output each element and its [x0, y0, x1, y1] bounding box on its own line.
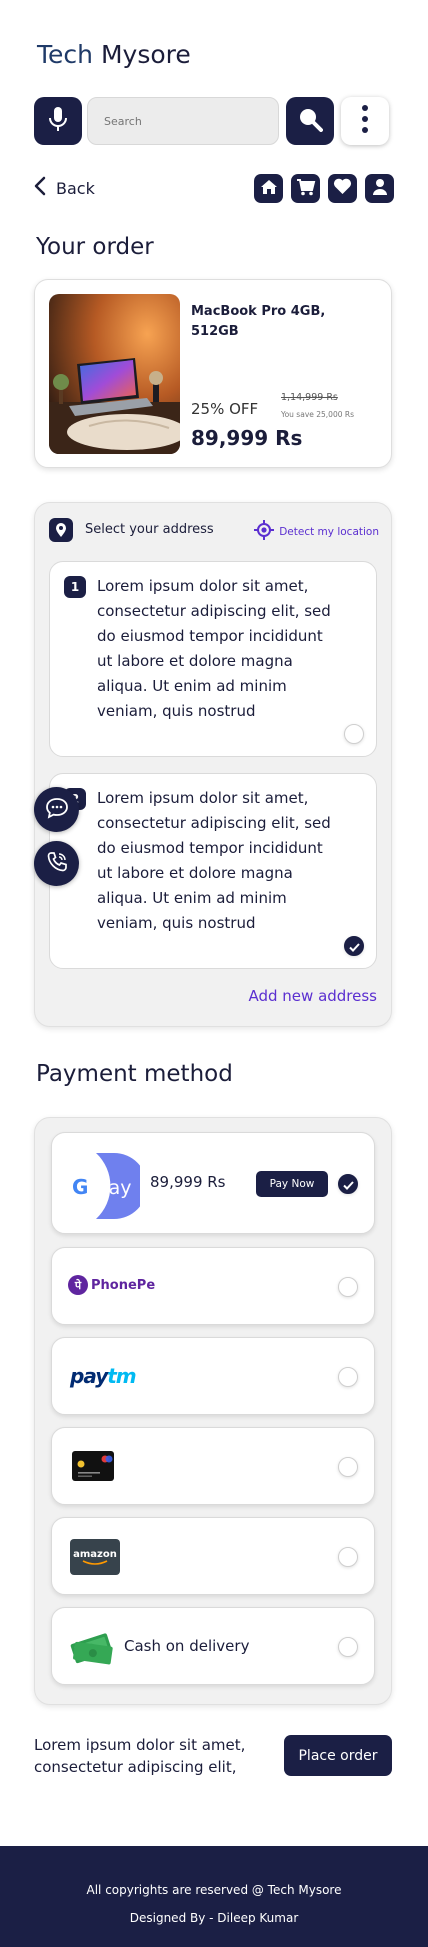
cart-icon [296, 178, 316, 200]
payment-option-card[interactable] [51, 1427, 375, 1505]
voice-search-button[interactable] [34, 97, 82, 145]
profile-button[interactable] [365, 174, 394, 203]
product-image [49, 294, 180, 454]
address-text: Lorem ipsum dolor sit amet, consectetur … [97, 577, 331, 720]
cash-icon [70, 1628, 114, 1670]
brand-part-1: Tech [37, 40, 93, 69]
wishlist-button[interactable] [328, 174, 357, 203]
address-panel: Select your address Detect my location 1… [34, 502, 392, 1027]
payment-option-gpay[interactable]: G Pay 89,999 Rs Pay Now [51, 1132, 375, 1234]
paytm-pay: pay [70, 1364, 108, 1388]
phonepe-logo-icon: पे PhonePe [68, 1275, 155, 1295]
phone-icon [46, 851, 68, 877]
cart-button[interactable] [291, 174, 320, 203]
location-pin-icon [49, 518, 73, 542]
more-vertical-icon [361, 104, 369, 138]
cod-radio[interactable] [338, 1637, 358, 1657]
payment-option-cod[interactable]: Cash on delivery [51, 1607, 375, 1685]
order-card: MacBook Pro 4GB, 512GB 25% OFF 1,14,999 … [34, 279, 392, 468]
phonepe-radio[interactable] [338, 1277, 358, 1297]
heart-icon [333, 178, 352, 199]
gpay-amount: 89,999 Rs [150, 1173, 226, 1191]
home-icon [260, 179, 278, 199]
back-label: Back [56, 178, 95, 198]
check-icon [342, 1175, 354, 1194]
amazon-radio[interactable] [338, 1547, 358, 1567]
chevron-left-icon [34, 176, 46, 200]
cod-label: Cash on delivery [124, 1637, 250, 1655]
more-options-button[interactable] [341, 97, 389, 145]
crosshair-icon [254, 520, 275, 543]
address-title: Select your address [85, 522, 214, 537]
payment-option-paytm[interactable]: paytm [51, 1337, 375, 1415]
savings-text: You save 25,000 Rs [281, 410, 354, 419]
payment-title: Payment method [36, 1061, 233, 1087]
pay-now-button[interactable]: Pay Now [256, 1171, 328, 1197]
phonepe-label: PhonePe [91, 1277, 156, 1293]
paytm-logo-icon: paytm [70, 1364, 137, 1388]
payment-option-amazon[interactable]: amazon [51, 1517, 375, 1595]
gpay-g-letter: G [72, 1175, 88, 1199]
amazon-label: amazon [73, 1548, 117, 1560]
address-option-1[interactable]: 1 Lorem ipsum dolor sit amet, consectetu… [49, 561, 377, 757]
nav-row: Back [34, 172, 394, 204]
brand-part-2: Mysore [100, 40, 191, 69]
chat-button[interactable] [34, 787, 79, 832]
paytm-radio[interactable] [338, 1367, 358, 1387]
address-option-2[interactable]: 2 Lorem ipsum dolor sit amet, consectetu… [49, 773, 377, 969]
designer-credit: Designed By - Dileep Kumar [129, 1911, 299, 1925]
search-icon [297, 106, 323, 136]
discount-label: 25% OFF [191, 400, 259, 418]
card-radio[interactable] [338, 1457, 358, 1477]
brand-logo[interactable]: Tech Mysore [37, 40, 191, 69]
payment-panel: G Pay 89,999 Rs Pay Now पे PhonePe paytm… [34, 1117, 392, 1705]
page: Tech Mysore Search Back Your order MacBo… [0, 0, 428, 1947]
back-button[interactable]: Back [34, 176, 95, 200]
check-icon [348, 937, 360, 956]
chat-icon [45, 797, 69, 823]
add-new-address-button[interactable]: Add new address [248, 987, 377, 1005]
search-button[interactable] [286, 97, 334, 145]
search-bar [34, 97, 394, 145]
address-text: Lorem ipsum dolor sit amet, consectetur … [97, 789, 331, 932]
address-number: 1 [64, 576, 86, 598]
home-button[interactable] [254, 174, 283, 203]
payment-option-phonepe[interactable]: पे PhonePe [51, 1247, 375, 1325]
address-header: Select your address Detect my location [49, 517, 379, 545]
place-order-button[interactable]: Place order [284, 1735, 392, 1776]
address-radio-1[interactable] [344, 724, 364, 744]
order-note: Lorem ipsum dolor sit amet, consectetur … [34, 1736, 246, 1776]
detect-location-label: Detect my location [279, 525, 379, 538]
copyright-text: All copyrights are reserved @ Tech Mysor… [86, 1883, 342, 1897]
address-radio-2[interactable] [344, 936, 364, 956]
detect-location-button[interactable]: Detect my location [254, 520, 379, 543]
gpay-pay-text: Pay [98, 1177, 132, 1199]
amazon-logo-icon: amazon [70, 1539, 120, 1575]
credit-card-icon [72, 1451, 114, 1485]
paytm-tm: tm [107, 1364, 136, 1388]
search-input[interactable] [87, 97, 279, 145]
footer: All copyrights are reserved @ Tech Mysor… [0, 1846, 428, 1947]
call-button[interactable] [34, 841, 79, 886]
final-price: 89,999 Rs [191, 426, 303, 450]
user-icon [372, 178, 388, 200]
nav-icons [254, 174, 394, 203]
order-title: Your order [36, 234, 154, 260]
product-name: MacBook Pro 4GB, 512GB [191, 304, 326, 339]
original-price: 1,14,999 Rs [281, 392, 338, 403]
phonepe-glyph: पे [68, 1275, 88, 1295]
microphone-icon [47, 106, 69, 136]
gpay-radio[interactable] [338, 1174, 358, 1194]
gpay-logo-icon: G Pay [70, 1153, 147, 1223]
